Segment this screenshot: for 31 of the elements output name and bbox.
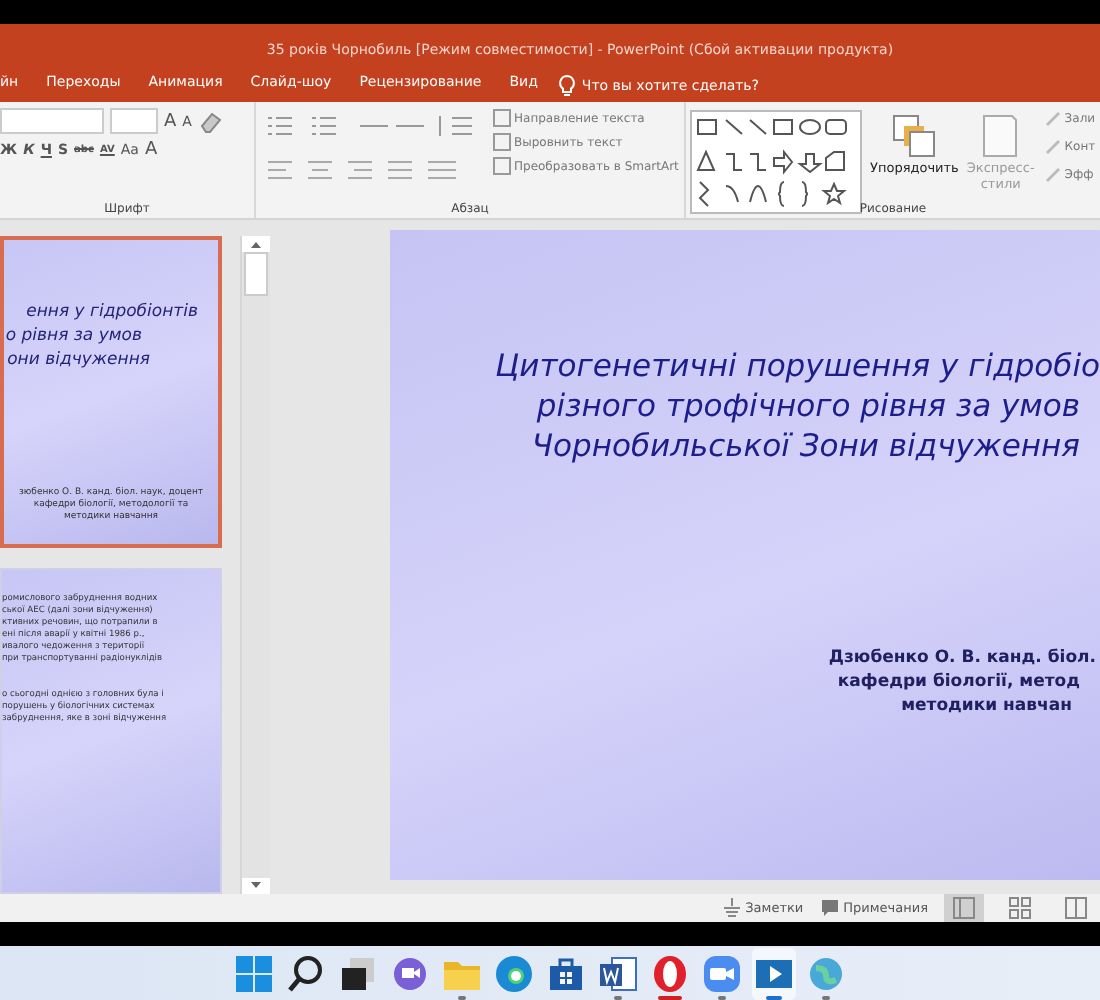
lightbulb-icon[interactable] — [557, 74, 576, 98]
slide-thumbnail[interactable] — [0, 567, 222, 894]
text-box-icon[interactable] — [492, 108, 512, 128]
paint-icon[interactable] — [1042, 136, 1063, 156]
slide-subtitle: Дзюбенко О. В. канд. біол. — [828, 646, 1096, 670]
view-button[interactable] — [944, 894, 984, 922]
thumbnail-title: они відчуження — [7, 348, 152, 372]
arrange-icon[interactable] — [890, 112, 939, 160]
slide-title: різного трофічного рівня за умов — [536, 386, 1082, 426]
text-box-icon[interactable] — [492, 156, 512, 176]
grow-font-button[interactable]: A — [164, 111, 177, 131]
scroll-thumb[interactable] — [244, 252, 268, 296]
comment-icon[interactable] — [819, 898, 840, 918]
paint-icon[interactable] — [1042, 108, 1063, 128]
thumbnail-title: о рівня за умов — [5, 324, 144, 348]
scroll-down-icon[interactable] — [242, 878, 270, 894]
slide-subtitle: методики навчан — [901, 694, 1074, 718]
slide-title: Цитогенетичні порушення у гідробіо — [495, 346, 1100, 386]
text-box-icon[interactable] — [492, 132, 512, 152]
scroll-up-icon[interactable] — [242, 236, 270, 252]
eraser-icon[interactable] — [197, 109, 222, 133]
shapes-gallery[interactable] — [690, 110, 862, 214]
slide-subtitle: кафедри біології, метод — [837, 670, 1082, 694]
thumbnail-title: ення у гідробіонтів — [26, 300, 198, 324]
font-size-field[interactable] — [110, 108, 158, 134]
paint-icon[interactable] — [1042, 164, 1063, 184]
font-name-field[interactable] — [0, 108, 104, 134]
scrollbar[interactable] — [240, 236, 270, 894]
notes-icon[interactable] — [721, 898, 742, 918]
format-button[interactable]: A — [144, 140, 158, 160]
slide-title: Чорнобильської Зони відчуження — [531, 426, 1082, 466]
